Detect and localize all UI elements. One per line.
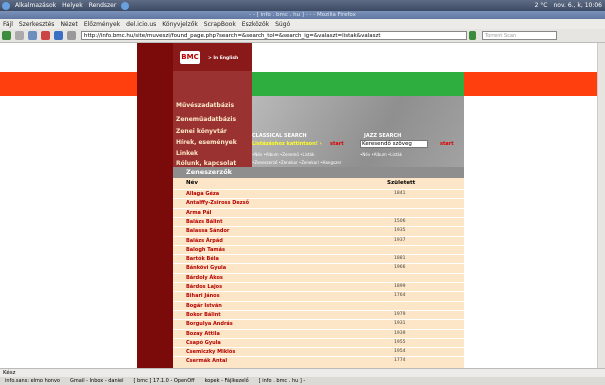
menu-bookmarks[interactable]: Könyvjelzők [159,21,201,28]
composer-name-link[interactable]: Balázs Árpád [186,238,223,244]
composer-birth-year: 1935 [394,228,406,234]
nav-artists[interactable]: Művészadatbázis [176,102,234,109]
composer-birth-year: 1939 [394,330,406,336]
taskbar: info.sans: elmo honvo Gmail - Inbox - da… [0,377,605,385]
jazz-options[interactable]: •Név •Album •Listák [360,152,402,157]
menu-help[interactable]: Súgó [272,21,293,28]
composer-name-link[interactable]: Csermák Antal [186,358,227,364]
composer-name-link[interactable]: Antalffy-Zsiross Dezső [186,200,249,206]
composer-name-link[interactable]: Arma Pál [186,210,211,216]
bmc-logo[interactable]: BMC [180,51,200,64]
composer-name-link[interactable]: Bárdos Lajos [186,284,222,290]
menu-applications[interactable]: Alkalmazások [12,2,59,9]
reload-icon[interactable] [28,31,37,40]
composer-birth-year: 1931 [394,321,406,327]
forward-icon[interactable] [15,31,24,40]
table-row: Csermák Antal 1774 [173,356,464,366]
clock-label[interactable]: nov. 6., k, 10:06 [551,2,605,9]
classical-search-title: CLASSICAL SEARCH [252,133,307,139]
taskbar-item[interactable]: Gmail - Inbox - daniel [65,378,129,384]
help-icon[interactable] [121,1,130,10]
classical-start-button[interactable]: start [330,141,344,147]
column-header-name: Név [186,180,198,186]
delicious-icon[interactable] [54,31,63,40]
vertical-scrollbar[interactable] [597,43,605,368]
search-input[interactable]: Torrent Scan [482,31,557,40]
composer-birth-year: 1764 [394,293,406,299]
window-title: - - [ info . bmc . hu ] - - - Mozilla Fi… [0,11,605,19]
left-column [137,43,173,368]
classical-list-link[interactable]: Listázáshoz kattintson! › [252,141,322,147]
composer-name-link[interactable]: Bozay Attila [186,331,220,337]
composer-name-link[interactable]: Balázs Bálint [186,219,222,225]
navigation-toolbar: http://info.bmc.hu/site/muveszi/found_pa… [0,29,605,43]
composer-name-link[interactable]: Csemiczky Miklós [186,349,235,355]
taskbar-item[interactable]: kopek - Fájlkezelő [200,378,254,384]
composer-birth-year: 1966 [394,265,406,271]
composer-birth-year: 1899 [394,284,406,289]
url-input[interactable]: http://info.bmc.hu/site/muveszi/found_pa… [81,31,467,40]
english-link[interactable]: > In English [208,56,238,61]
composer-name-link[interactable]: Bárdoly Ákos [186,275,223,281]
composer-name-link[interactable]: Allaga Géza [186,191,219,197]
nav-about[interactable]: Rólunk, kapcsolat [176,160,236,167]
jazz-search-input[interactable]: Keresendő szöveg [360,140,428,148]
taskbar-item[interactable]: [ info . bmc . hu ] - [254,378,311,384]
classical-options[interactable]: •Név •Album •Zenemű •Listák [252,152,314,157]
nav-links[interactable]: Linkek [176,150,198,157]
composer-birth-year: 1774 [394,358,406,364]
composer-birth-year: 1937 [394,237,406,243]
go-icon[interactable] [469,31,476,40]
green-banner [252,72,464,96]
column-header-born: Született [387,180,416,186]
classical-options-2[interactable]: •Zeneszerző •Zenekar •Zenekari •Hangszer [252,160,341,165]
composer-birth-year: 1506 [394,218,406,224]
home-icon[interactable] [41,31,50,40]
composer-name-link[interactable]: Balogh Tamás [186,247,225,253]
composer-name-link[interactable]: Bánkövi Gyula [186,265,226,271]
composer-name-link[interactable]: Bogár István [186,303,222,309]
menu-system[interactable]: Rendszer [86,2,120,9]
gnome-foot-icon[interactable] [2,1,10,10]
composer-name-link[interactable]: Bartók Béla [186,256,219,262]
tag-icon[interactable] [67,31,76,40]
taskbar-item[interactable]: [ bmc ] 17.1.0 - OpenOff [129,378,200,384]
menu-bar: Fájl Szerkesztés Nézet Előzmények del.ic… [0,19,605,29]
taskbar-item[interactable]: info.sans: elmo honvo [0,378,65,384]
composer-birth-year: 1841 [394,191,406,196]
composer-birth-year: 1881 [394,256,406,262]
status-bar: Kész [0,368,605,377]
menu-delicious[interactable]: del.icio.us [123,21,159,28]
menu-places[interactable]: Helyek [59,2,86,9]
menu-tools[interactable]: Eszközök [239,21,272,28]
back-icon[interactable] [2,31,11,40]
nav-works[interactable]: Zeneműadatbázis [176,116,236,123]
nav-news[interactable]: Hírek, események [176,139,237,146]
jazz-search-title: JAZZ SEARCH [364,133,402,139]
menu-file[interactable]: Fájl [0,21,16,28]
composer-name-link[interactable]: Bihari János [186,293,220,299]
menu-edit[interactable]: Szerkesztés [16,21,58,28]
composer-name-link[interactable]: Borgulya András [186,321,233,327]
composer-birth-year: 1954 [394,349,406,355]
jazz-start-button[interactable]: start [440,141,454,147]
menu-scrapbook[interactable]: ScrapBook [201,21,239,28]
weather-label[interactable]: 2 °C [532,2,551,9]
nav-library[interactable]: Zenei könyvtár [176,128,227,135]
composer-birth-year: 1955 [394,339,406,345]
composer-name-link[interactable]: Balassa Sándor [186,228,229,234]
composer-name-link[interactable]: Bokor Bálint [186,312,221,318]
composers-title: Zeneszerzők [173,167,464,178]
gnome-top-panel: Alkalmazások Helyek Rendszer 2 °C nov. 6… [0,0,605,11]
menu-history[interactable]: Előzmények [81,21,123,28]
composer-name-link[interactable]: Csapó Gyula [186,340,221,346]
menu-view[interactable]: Nézet [57,21,80,28]
composer-birth-year: 1979 [394,311,406,317]
